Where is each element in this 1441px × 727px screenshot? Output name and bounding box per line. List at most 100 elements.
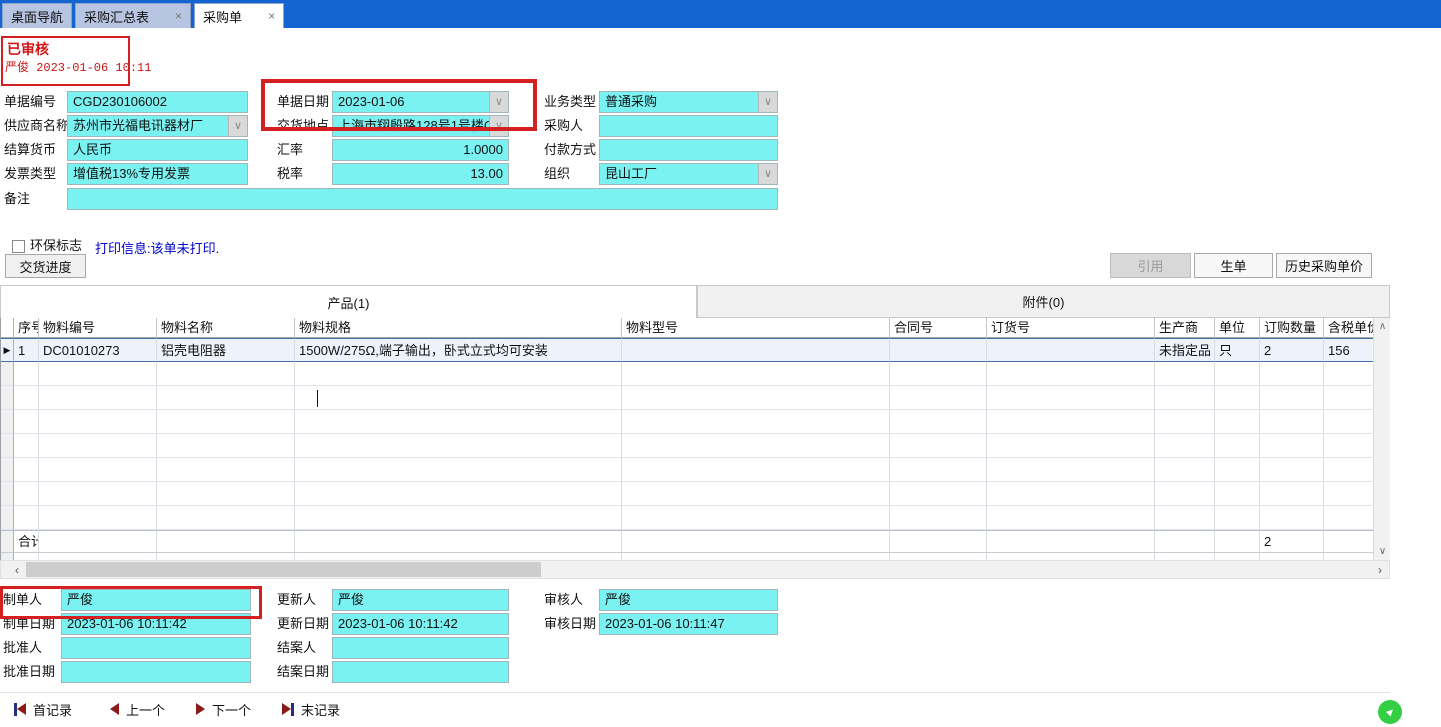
table-cell[interactable] [890,458,987,482]
table-cell[interactable] [295,506,622,530]
table-cell[interactable] [890,434,987,458]
chevron-down-icon[interactable]: ∨ [489,92,508,112]
table-cell[interactable] [1155,506,1215,530]
table-cell[interactable] [987,458,1155,482]
doc-date-field[interactable]: 2023-01-06 ∨ [332,91,509,113]
header-cell[interactable]: 物料型号 [622,318,890,338]
table-cell[interactable] [1260,362,1324,386]
table-cell[interactable] [987,338,1155,362]
header-cell[interactable]: 订货号 [987,318,1155,338]
table-cell[interactable]: 铝壳电阻器 [157,338,295,362]
table-cell[interactable] [1215,362,1260,386]
table-cell[interactable] [14,362,39,386]
scroll-right-icon[interactable]: › [1371,561,1389,578]
organization-field[interactable]: 昆山工厂 ∨ [599,163,778,185]
table-cell[interactable]: 2 [1260,338,1324,362]
table-cell[interactable] [987,386,1155,410]
payment-method-field[interactable] [599,139,778,161]
next-record-button[interactable]: 下一个 [196,697,251,721]
header-cell[interactable]: 合同号 [890,318,987,338]
horizontal-scrollbar[interactable]: ‹ › [0,560,1390,579]
table-cell[interactable] [890,386,987,410]
tax-rate-field[interactable]: 13.00 [332,163,509,185]
table-cell[interactable] [987,434,1155,458]
delivery-place-field[interactable]: 上海市翔殷路128号1号楼C座 ∨ [332,115,509,137]
table-cell[interactable] [1260,386,1324,410]
history-price-button[interactable]: 历史采购单价 [1276,253,1372,278]
tab-purchase-summary[interactable]: 采购汇总表 × [75,3,191,28]
scrollbar-thumb[interactable] [26,562,541,577]
row-selector[interactable] [1,362,14,386]
table-cell[interactable] [157,386,295,410]
table-cell[interactable] [987,506,1155,530]
table-cell[interactable] [39,506,157,530]
row-selector[interactable] [1,506,14,530]
table-cell[interactable] [295,482,622,506]
table-cell[interactable] [622,362,890,386]
assistant-launcher-icon[interactable]: ▲ [1378,700,1402,724]
creator-field[interactable]: 严俊 [61,589,251,611]
table-cell[interactable] [622,410,890,434]
table-cell[interactable] [1260,482,1324,506]
scroll-down-icon[interactable]: ∨ [1374,543,1390,560]
table-cell[interactable] [890,410,987,434]
table-cell[interactable]: 156 [1324,338,1374,362]
table-cell[interactable] [1324,434,1374,458]
delivery-progress-button[interactable]: 交货进度 [5,254,86,278]
chevron-down-icon[interactable]: ∨ [228,116,247,136]
table-cell[interactable] [1155,386,1215,410]
table-cell[interactable] [622,386,890,410]
supplier-field[interactable]: 苏州市光福电讯器材厂 ∨ [67,115,248,137]
last-record-button[interactable]: 末记录 [282,697,340,721]
table-cell[interactable] [295,362,622,386]
table-cell[interactable] [987,410,1155,434]
table-cell[interactable] [157,458,295,482]
table-cell[interactable] [987,362,1155,386]
header-cell[interactable]: 物料规格 [295,318,622,338]
doc-no-field[interactable]: CGD230106002 [67,91,248,113]
table-cell[interactable] [1215,506,1260,530]
table-cell[interactable] [890,506,987,530]
close-date-field[interactable] [332,661,509,683]
table-cell[interactable] [39,458,157,482]
row-selector[interactable] [1,482,14,506]
table-cell[interactable] [1155,362,1215,386]
tab-purchase-order[interactable]: 采购单 × [194,3,284,28]
buyer-field[interactable] [599,115,778,137]
table-cell[interactable]: DC01010273 [39,338,157,362]
table-cell[interactable] [157,410,295,434]
table-cell[interactable] [295,410,622,434]
table-cell[interactable] [1260,458,1324,482]
table-cell[interactable]: 1 [14,338,39,362]
table-cell[interactable] [1215,410,1260,434]
table-cell[interactable] [1215,386,1260,410]
remark-field[interactable] [67,188,778,210]
header-cell[interactable]: 物料名称 [157,318,295,338]
tab-attachments[interactable]: 附件(0) [697,285,1390,318]
close-icon[interactable]: × [268,10,275,22]
table-cell[interactable] [14,410,39,434]
table-cell[interactable] [1324,362,1374,386]
table-cell[interactable] [14,386,39,410]
table-cell[interactable] [39,434,157,458]
table-cell[interactable] [1215,458,1260,482]
table-cell[interactable] [890,362,987,386]
create-date-field[interactable]: 2023-01-06 10:11:42 [61,613,251,635]
table-cell[interactable] [14,506,39,530]
table-cell[interactable] [622,482,890,506]
approver-field[interactable] [61,637,251,659]
quote-button[interactable]: 引用 [1110,253,1191,278]
table-cell[interactable] [622,434,890,458]
table-cell[interactable] [14,458,39,482]
chevron-down-icon[interactable]: ∨ [758,164,777,184]
table-cell[interactable] [157,434,295,458]
invoice-type-field[interactable]: 增值税13%专用发票 [67,163,248,185]
table-cell[interactable] [14,482,39,506]
row-selector[interactable] [1,458,14,482]
table-cell[interactable] [295,458,622,482]
tab-products[interactable]: 产品(1) [0,285,697,318]
table-cell[interactable] [39,362,157,386]
row-selector[interactable] [1,410,14,434]
table-cell[interactable]: 只 [1215,338,1260,362]
table-cell[interactable] [1260,506,1324,530]
